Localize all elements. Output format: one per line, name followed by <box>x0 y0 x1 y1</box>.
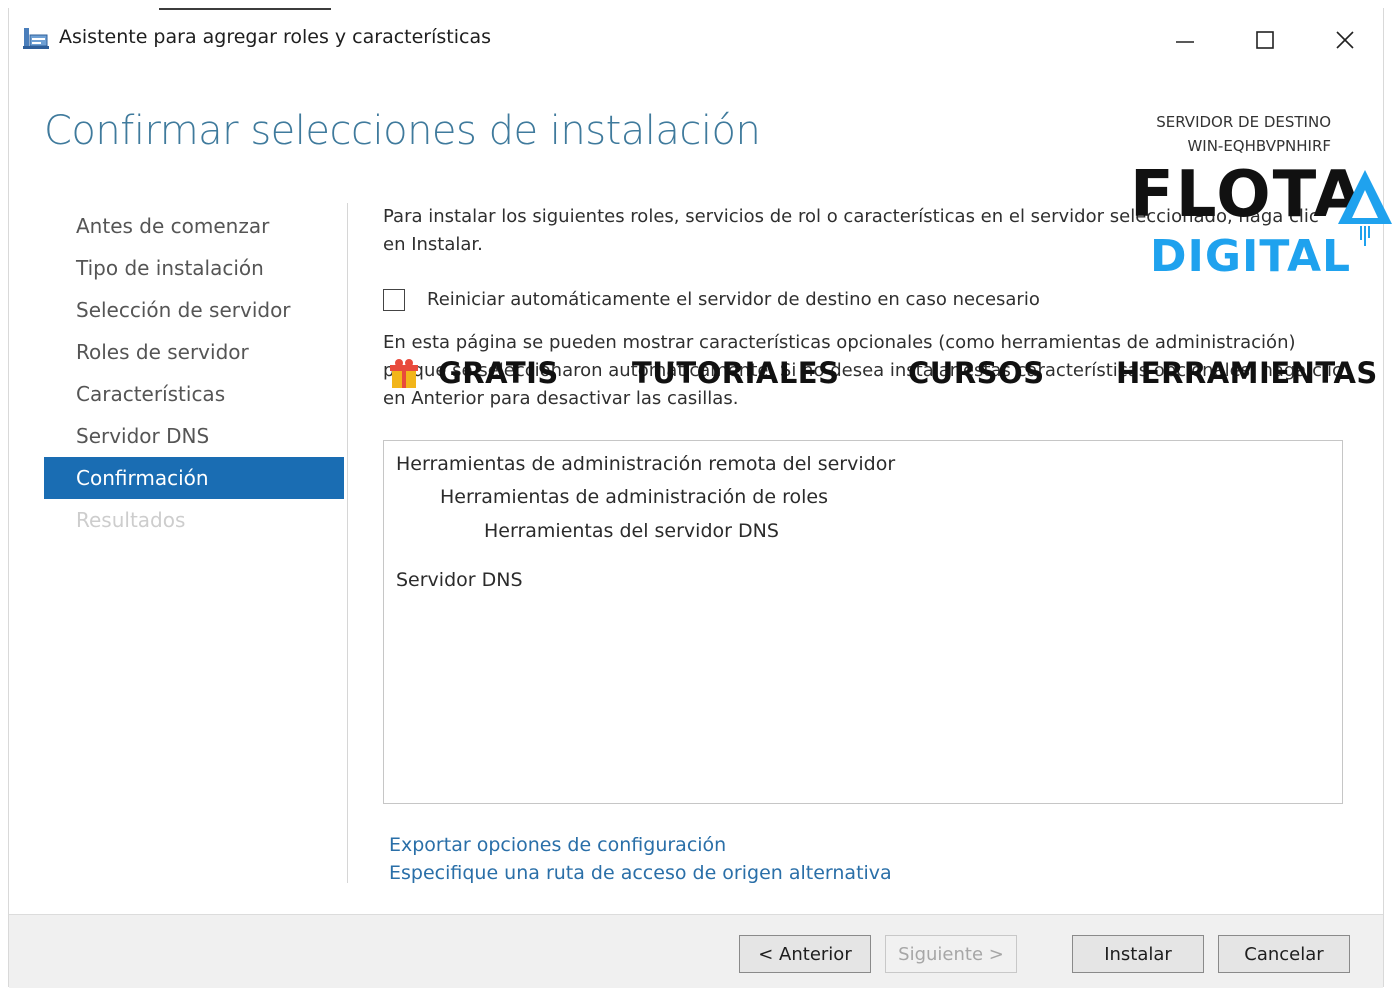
watermark-gratis: GRATIS <box>438 356 559 390</box>
next-button: Siguiente > <box>885 935 1017 973</box>
flota-digital-watermark-logo: FLOTA DIGITAL <box>1130 160 1395 285</box>
wizard-steps-nav: Antes de comenzar Tipo de instalación Se… <box>44 205 344 541</box>
list-item: Herramientas de administración remota de… <box>396 453 896 475</box>
list-item: Herramientas de administración de roles <box>440 486 828 508</box>
selections-list[interactable]: Herramientas de administración remota de… <box>383 440 1343 804</box>
nav-item-servidor-dns[interactable]: Servidor DNS <box>44 415 344 457</box>
close-icon <box>1335 30 1355 50</box>
restart-checkbox-label[interactable]: Reiniciar automáticamente el servidor de… <box>427 289 1040 311</box>
minimize-icon <box>1175 30 1195 50</box>
cancel-button[interactable]: Cancelar <box>1218 935 1350 973</box>
destination-label: SERVIDOR DE DESTINO <box>1156 113 1331 131</box>
wizard-footer: < Anterior Siguiente > Instalar Cancelar <box>9 914 1383 988</box>
restart-checkbox[interactable] <box>383 289 405 311</box>
gift-icon <box>390 358 418 390</box>
title-bar[interactable]: Asistente para agregar roles y caracterí… <box>9 8 1383 68</box>
watermark-logo-line1: FLOTA <box>1130 158 1365 232</box>
install-button[interactable]: Instalar <box>1072 935 1204 973</box>
destination-server-info: SERVIDOR DE DESTINO WIN-EQHBVPNHIRF <box>1156 110 1331 158</box>
watermark-banner: GRATIS TUTORIALES CURSOS HERRAMIENTAS <box>380 354 1380 394</box>
maximize-icon <box>1255 30 1275 50</box>
server-manager-app-icon <box>23 26 49 50</box>
nav-item-resultados: Resultados <box>76 508 186 532</box>
watermark-cursos: CURSOS <box>908 356 1045 390</box>
nav-divider <box>347 203 348 883</box>
wizard-window: Asistente para agregar roles y caracterí… <box>8 8 1384 988</box>
window-title: Asistente para agregar roles y caracterí… <box>59 26 492 48</box>
list-item: Herramientas del servidor DNS <box>484 520 779 542</box>
config-links: Exportar opciones de configuración Espec… <box>389 831 892 887</box>
destination-server-name: WIN-EQHBVPNHIRF <box>1187 137 1331 155</box>
nav-item-antes-de-comenzar[interactable]: Antes de comenzar <box>44 205 344 247</box>
watermark-tutoriales: TUTORIALES <box>632 356 840 390</box>
nav-item-seleccion-de-servidor[interactable]: Selección de servidor <box>44 289 344 331</box>
watermark-herramientas: HERRAMIENTAS <box>1116 356 1378 390</box>
page-title: Confirmar selecciones de instalación <box>44 108 761 154</box>
nav-item-tipo-de-instalacion[interactable]: Tipo de instalación <box>44 247 344 289</box>
list-item: Servidor DNS <box>396 569 523 591</box>
minimize-button[interactable] <box>1162 20 1208 60</box>
alternate-source-link[interactable]: Especifique una ruta de acceso de origen… <box>389 859 892 887</box>
nav-item-confirmacion[interactable]: Confirmación <box>44 457 344 499</box>
watermark-logo-line2: DIGITAL <box>1150 231 1352 282</box>
close-button[interactable] <box>1322 20 1368 60</box>
nav-item-caracteristicas[interactable]: Características <box>44 373 344 415</box>
export-config-link[interactable]: Exportar opciones de configuración <box>389 831 892 859</box>
nav-item-roles-de-servidor[interactable]: Roles de servidor <box>44 331 344 373</box>
back-button[interactable]: < Anterior <box>739 935 871 973</box>
maximize-button[interactable] <box>1242 20 1288 60</box>
optional-line: En esta página se pueden mostrar caracte… <box>383 332 1296 353</box>
